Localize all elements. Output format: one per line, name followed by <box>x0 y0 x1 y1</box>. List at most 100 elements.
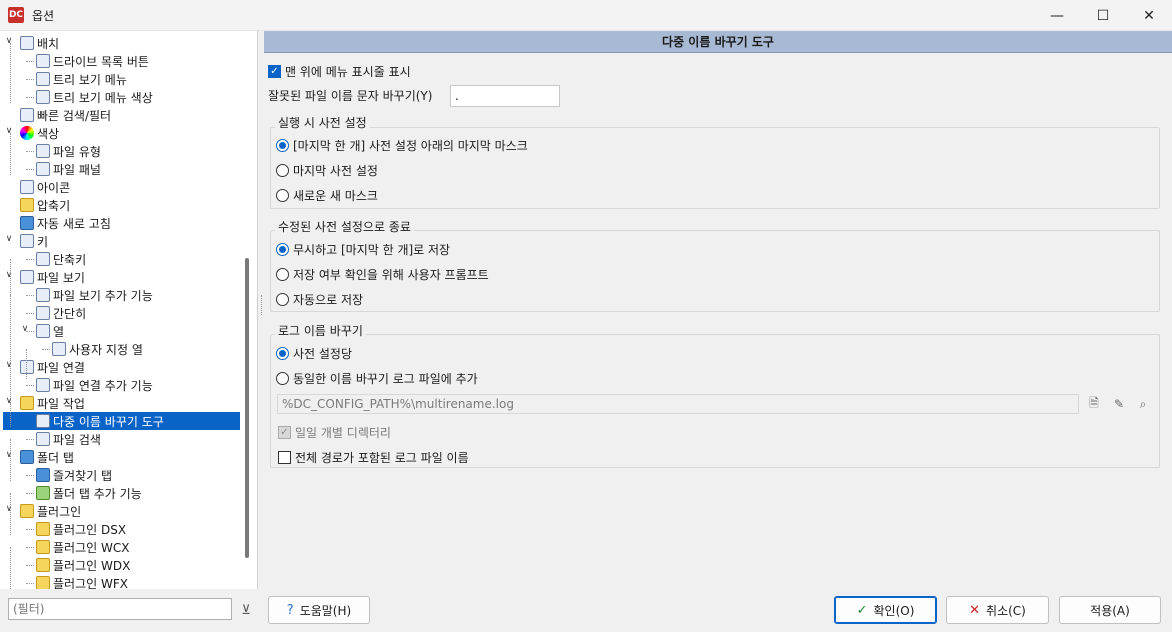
options-tree[interactable]: ∨ 배치 드라이브 목록 버튼 트리 보기 메뉴 트리 보기 메뉴 색상 빠른 검색/필터… <box>0 31 258 589</box>
plugin-wdx-icon <box>36 558 50 572</box>
filter-input[interactable] <box>13 602 231 616</box>
exit-option-1[interactable]: 저장 여부 확인을 위해 사용자 프롬프트 <box>276 266 489 283</box>
log-option-1[interactable]: 동일한 이름 바꾸기 로그 파일에 추가 <box>276 370 478 387</box>
expand-chevron-icon[interactable]: ∨ <box>4 504 14 514</box>
invalid-chars-input[interactable]: . <box>450 85 560 107</box>
apply-button[interactable]: 적용(A) <box>1059 596 1161 624</box>
tree-item[interactable]: 배치 <box>20 34 59 52</box>
radio-button[interactable] <box>276 243 289 256</box>
tree-item[interactable]: 폴더 탭 추가 기능 <box>36 484 142 502</box>
tree-item[interactable]: 간단히 <box>36 304 86 322</box>
radio-button[interactable] <box>276 268 289 281</box>
tree-item[interactable]: 파일 작업 <box>20 394 85 412</box>
preset-option-2[interactable]: 새로운 새 마스크 <box>276 187 378 204</box>
tree-item[interactable]: 키 <box>20 232 48 250</box>
expand-chevron-icon[interactable]: ∨ <box>4 36 14 46</box>
tree-item-label: 파일 유형 <box>53 144 101 159</box>
relative-path-icon[interactable]: 🗎 <box>1084 395 1104 413</box>
help-button[interactable]: ? 도움말(H) <box>268 596 370 624</box>
tree-item[interactable]: 열 <box>36 322 64 340</box>
tree-item[interactable]: 트리 보기 메뉴 색상 <box>36 88 153 106</box>
tree-item[interactable]: 사용자 지정 열 <box>52 340 143 358</box>
edit-file-icon[interactable]: ✎ <box>1109 395 1129 413</box>
favorite-tabs-icon <box>36 468 50 482</box>
tree-item[interactable]: 아이콘 <box>20 178 70 196</box>
tree-item[interactable]: 파일 유형 <box>36 142 101 160</box>
tree-connector <box>26 61 34 62</box>
tree-item[interactable]: 압축기 <box>20 196 70 214</box>
panel-title: 다중 이름 바꾸기 도구 <box>264 31 1172 53</box>
tree-item[interactable]: 즐겨찾기 탭 <box>36 466 112 484</box>
tree-item[interactable]: 다중 이름 바꾸기 도구 <box>3 412 240 430</box>
ok-button[interactable]: ✓ 확인(O) <box>834 596 937 624</box>
tree-item[interactable]: 빠른 검색/필터 <box>20 106 111 124</box>
cancel-button[interactable]: ✕ 취소(C) <box>946 596 1049 624</box>
show-menu-checkbox[interactable]: ✓ <box>268 65 281 78</box>
clear-filter-icon[interactable]: ⊻ <box>237 601 255 619</box>
tree-item[interactable]: 색상 <box>20 124 59 142</box>
radio-button[interactable] <box>276 293 289 306</box>
close-button[interactable]: ✕ <box>1126 0 1172 31</box>
expand-chevron-icon[interactable]: ∨ <box>4 270 14 280</box>
radio-button[interactable] <box>276 164 289 177</box>
expand-chevron-icon[interactable]: ∨ <box>4 360 14 370</box>
expand-chevron-icon[interactable]: ∨ <box>4 234 14 244</box>
radio-button[interactable] <box>276 347 289 360</box>
log-path-input[interactable]: %DC_CONFIG_PATH%\multirename.log <box>277 394 1079 414</box>
tree-item[interactable]: 파일 보기 추가 기능 <box>36 286 153 304</box>
file-operations-icon <box>20 396 34 410</box>
filter-field[interactable] <box>8 598 232 620</box>
layout-icon <box>20 36 34 50</box>
tree-item[interactable]: 플러그인 WCX <box>36 538 129 556</box>
brief-view-icon <box>36 306 50 320</box>
tree-item[interactable]: 폴더 탭 <box>20 448 74 466</box>
tree-connector <box>10 493 11 535</box>
minimize-button[interactable]: — <box>1034 0 1080 31</box>
show-menu-checkbox-row[interactable]: ✓ 맨 위에 메뉴 표시줄 표시 <box>268 63 411 80</box>
log-option-0[interactable]: 사전 설정당 <box>276 345 352 362</box>
tree-connector <box>26 79 34 80</box>
expand-chevron-icon[interactable]: ∨ <box>4 450 14 460</box>
radio-button[interactable] <box>276 139 289 152</box>
tree-item[interactable]: 파일 연결 <box>20 358 85 376</box>
browse-icon[interactable]: ⌕ <box>1133 395 1153 413</box>
exit-option-2[interactable]: 자동으로 저장 <box>276 291 363 308</box>
tree-menu-color-icon <box>36 90 50 104</box>
tree-scrollbar[interactable] <box>245 258 249 558</box>
tree-item[interactable]: 플러그인 WFX <box>36 574 128 589</box>
tree-connector <box>26 151 34 152</box>
tree-connector <box>26 169 34 170</box>
drive-list-icon <box>36 54 50 68</box>
tree-connector <box>10 547 11 589</box>
preset-option-0[interactable]: [마지막 한 개] 사전 설정 아래의 마지막 마스크 <box>276 137 528 154</box>
tree-item[interactable]: 파일 패널 <box>36 160 101 178</box>
tree-item[interactable]: 단축키 <box>36 250 86 268</box>
tree-item[interactable]: 플러그인 WDX <box>36 556 130 574</box>
radio-button[interactable] <box>276 189 289 202</box>
daily-dir-checkbox[interactable]: ✓ <box>278 426 291 439</box>
ok-label: 확인(O) <box>873 603 915 618</box>
expand-chevron-icon[interactable]: ∨ <box>20 324 30 334</box>
expand-chevron-icon[interactable]: ∨ <box>4 396 14 406</box>
maximize-button[interactable]: ☐ <box>1080 0 1126 31</box>
tree-item[interactable]: 플러그인 <box>20 502 81 520</box>
tree-item-label: 단축키 <box>53 252 87 267</box>
daily-dir-row[interactable]: ✓ 일일 개별 디렉터리 <box>278 424 391 441</box>
expand-chevron-icon[interactable]: ∨ <box>4 126 14 136</box>
tree-item-label: 키 <box>37 234 49 249</box>
tree-item[interactable]: 파일 보기 <box>20 268 85 286</box>
radio-button[interactable] <box>276 372 289 385</box>
tree-item[interactable]: 파일 검색 <box>36 430 101 448</box>
fullpath-checkbox[interactable] <box>278 451 291 464</box>
radio-label: 새로운 새 마스크 <box>293 189 378 203</box>
fullpath-row[interactable]: 전체 경로가 포함된 로그 파일 이름 <box>278 449 469 466</box>
tree-item[interactable]: 파일 연결 추가 기능 <box>36 376 153 394</box>
preset-option-1[interactable]: 마지막 사전 설정 <box>276 162 378 179</box>
tree-item[interactable]: 플러그인 DSX <box>36 520 126 538</box>
radio-label: 저장 여부 확인을 위해 사용자 프롬프트 <box>293 268 489 282</box>
title-bar: DC 옵션 — ☐ ✕ <box>0 0 1172 31</box>
exit-option-0[interactable]: 무시하고 [마지막 한 개]로 저장 <box>276 241 450 258</box>
tree-item[interactable]: 드라이브 목록 버튼 <box>36 52 149 70</box>
tree-item[interactable]: 자동 새로 고침 <box>20 214 111 232</box>
tree-item[interactable]: 트리 보기 메뉴 <box>36 70 127 88</box>
